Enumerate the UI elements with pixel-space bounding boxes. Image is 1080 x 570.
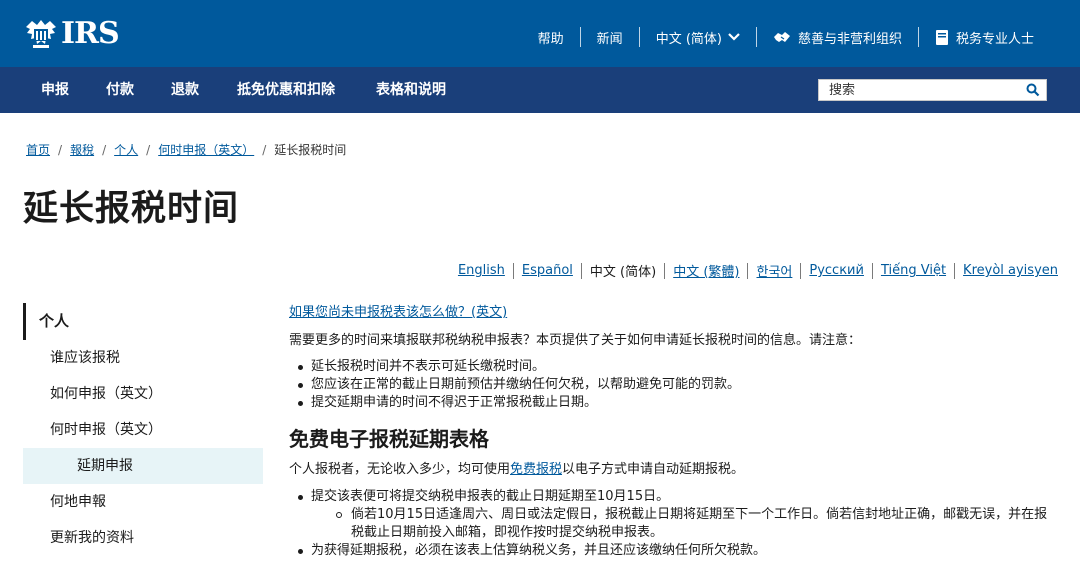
section-intro-before: 个人报税者，无论收入多少，均可使用: [289, 462, 511, 477]
lang-divider: [580, 262, 582, 279]
breadcrumb-current: 延长报税时间: [274, 143, 347, 157]
lang-vietnamese[interactable]: Tiếng Việt: [881, 263, 946, 278]
section-intro: 个人报税者，无论收入多少，均可使用免费报税以电子方式申请自动延期报税。: [289, 461, 1059, 479]
sidebar-item-who-should-file[interactable]: 谁应该报税: [23, 340, 263, 376]
breadcrumb-filing[interactable]: 報稅: [70, 141, 94, 158]
logo-text: IRS: [61, 16, 120, 51]
breadcrumb-home[interactable]: 首页: [26, 141, 50, 158]
lang-chinese-simplified: 中文 (简体): [589, 265, 657, 280]
lang-divider: [512, 262, 514, 279]
eagle-icon: [26, 20, 56, 48]
breadcrumb-when-to-file[interactable]: 何时申报（英文）: [158, 141, 254, 158]
list-item: 提交该表便可将提交纳税申报表的截止日期延期至10月15日。 倘若10月15日适逢…: [289, 488, 1059, 542]
chevron-down-icon: [728, 33, 740, 41]
sidebar-item-when-to-file[interactable]: 何时申报（英文）: [23, 412, 263, 448]
nav-refunds[interactable]: 退款: [171, 67, 199, 113]
sidebar-item-where-to-file[interactable]: 何地申報: [23, 484, 263, 520]
not-filed-link[interactable]: 如果您尚未申报税表该怎么做？(英文): [289, 305, 507, 320]
sidebar-item-update-info[interactable]: 更新我的资料: [23, 520, 263, 556]
nav-credits-deductions[interactable]: 抵免优惠和扣除: [237, 67, 335, 113]
breadcrumb-individuals[interactable]: 个人: [114, 141, 138, 158]
search-box: [818, 79, 1047, 101]
irs-logo[interactable]: IRS: [24, 16, 120, 52]
sidebar-heading[interactable]: 个人: [23, 303, 263, 340]
bullet-text: 提交该表便可将提交纳税申报表的截止日期延期至10月15日。: [311, 489, 670, 504]
lang-divider: [871, 262, 873, 279]
lang-korean[interactable]: 한국어: [756, 261, 792, 280]
nav-file[interactable]: 申报: [41, 67, 69, 113]
search-icon[interactable]: [1026, 83, 1040, 97]
list-item: 延长报税时间并不表示可延长缴税时间。: [289, 358, 1059, 376]
news-link[interactable]: 新闻: [581, 26, 639, 48]
language-dropdown[interactable]: 中文 (简体): [640, 26, 756, 48]
nav-pay[interactable]: 付款: [106, 67, 134, 113]
sub-list-item: 倘若10月15日适逢周六、周日或法定假日，报税截止日期将延期至下一个工作日。倘若…: [311, 506, 1059, 542]
sidebar-nav: 个人 谁应该报税 如何申报（英文） 何时申报（英文） 延期申报 何地申報 更新我…: [23, 303, 263, 556]
search-input[interactable]: [819, 80, 1019, 100]
lang-haitian-creole[interactable]: Kreyòl ayisyen: [963, 263, 1058, 278]
lang-english[interactable]: English: [458, 263, 505, 278]
breadcrumb: 首页 / 報稅 / 个人 / 何时申报（英文） / 延长报税时间: [26, 141, 346, 158]
list-item: 您应该在正常的截止日期前预估并缴纳任何欠税，以帮助避免可能的罚款。: [289, 376, 1059, 394]
sidebar-item-extension[interactable]: 延期申报: [23, 448, 263, 484]
language-label: 中文 (简体): [655, 31, 722, 47]
breadcrumb-separator: /: [58, 142, 63, 157]
list-item: 为获得延期报税，必须在该表上估算纳税义务，并且还应该缴纳任何所欠税款。: [289, 542, 1059, 560]
utility-nav: 帮助 新闻 中文 (简体) 慈善与非营利组织 税务专业人士: [522, 22, 1050, 52]
site-header: IRS 帮助 新闻 中文 (简体) 慈善与非营利组织 税务专业人士: [0, 0, 1080, 67]
lang-russian[interactable]: Русский: [809, 263, 864, 278]
language-selector: English Español 中文 (简体) 中文 (繁體) 한국어 Русс…: [458, 261, 1058, 280]
nav-forms-instructions[interactable]: 表格和说明: [376, 67, 446, 113]
breadcrumb-separator: /: [262, 142, 267, 157]
breadcrumb-separator: /: [102, 142, 107, 157]
section-heading: 免费电子报税延期表格: [289, 427, 489, 451]
news-label: 新闻: [596, 31, 623, 47]
lang-divider: [954, 262, 956, 279]
lang-spanish[interactable]: Español: [522, 263, 573, 278]
tax-pros-link[interactable]: 税务专业人士: [919, 26, 1050, 48]
lang-chinese-traditional[interactable]: 中文 (繁體): [673, 261, 739, 280]
tax-pros-label: 税务专业人士: [955, 31, 1034, 47]
handshake-icon: [773, 29, 791, 45]
list-item: 提交延期申请的时间不得迟于正常报税截止日期。: [289, 394, 1059, 412]
sidebar-item-how-to-file[interactable]: 如何申报（英文）: [23, 376, 263, 412]
charities-label: 慈善与非营利组织: [797, 31, 902, 47]
charities-link[interactable]: 慈善与非营利组织: [757, 26, 918, 48]
intro-text: 需要更多的时间来填报联邦税纳税申报表？本页提供了关于如何申请延长报税时间的信息。…: [289, 333, 862, 348]
free-file-link[interactable]: 免费报税: [510, 462, 562, 477]
breadcrumb-separator: /: [146, 142, 151, 157]
lang-divider: [664, 262, 666, 279]
notes-list: 延长报税时间并不表示可延长缴税时间。 您应该在正常的截止日期前预估并缴纳任何欠税…: [289, 358, 1059, 412]
help-link[interactable]: 帮助: [522, 26, 580, 48]
page-title: 延长报税时间: [23, 189, 240, 229]
details-list: 提交该表便可将提交纳税申报表的截止日期延期至10月15日。 倘若10月15日适逢…: [289, 488, 1059, 560]
lang-divider: [747, 262, 749, 279]
section-intro-after: 以电子方式申请自动延期报税。: [562, 462, 745, 477]
help-label: 帮助: [537, 31, 564, 47]
lang-divider: [800, 262, 802, 279]
main-content: 如果您尚未申报税表该怎么做？(英文) 需要更多的时间来填报联邦税纳税申报表？本页…: [289, 304, 1059, 560]
book-icon: [935, 29, 949, 46]
